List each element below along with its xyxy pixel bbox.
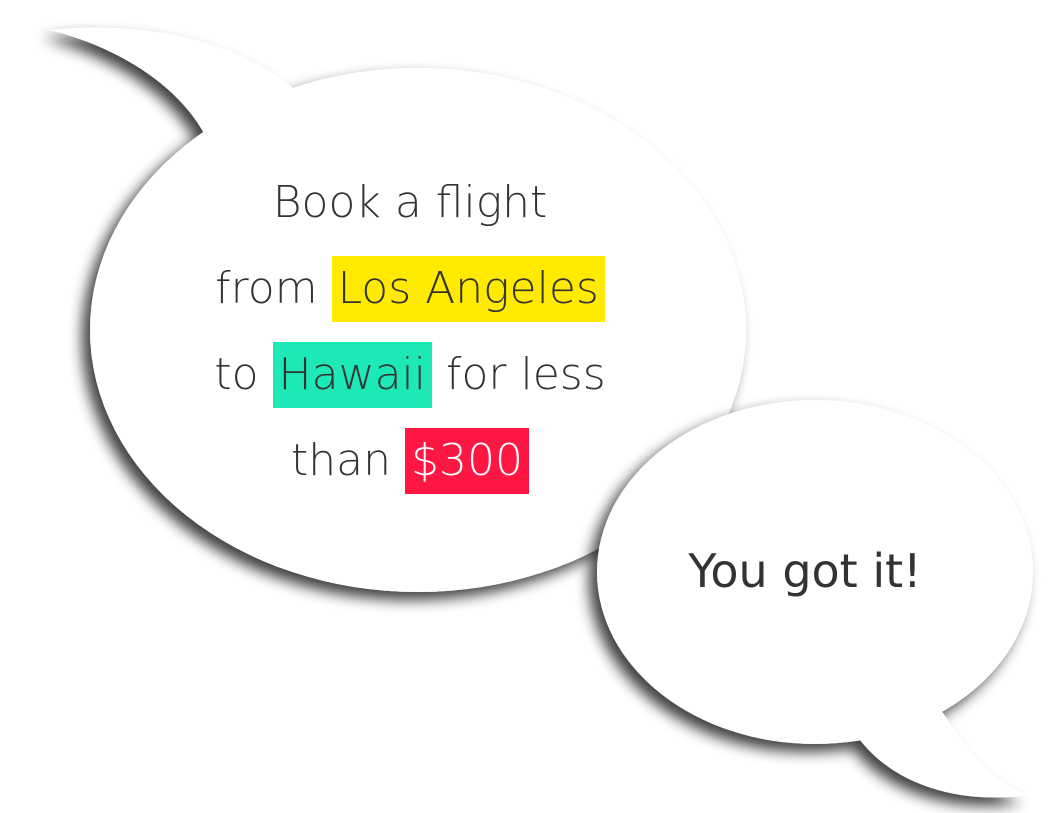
request-line-2: from Los Angeles <box>140 256 680 342</box>
request-line-1-text: Book a flight <box>272 177 548 228</box>
price-highlight: $300 <box>405 428 529 494</box>
origin-highlight: Los Angeles <box>331 256 605 322</box>
from-word: from <box>215 263 332 314</box>
to-word: to <box>214 349 273 400</box>
destination-highlight: Hawaii <box>272 342 432 408</box>
for-less-words: for less <box>432 349 606 400</box>
request-line-3: to Hawaii for less <box>140 342 680 428</box>
reply-message: You got it! <box>688 544 922 598</box>
request-message: Book a flight from Los Angeles to Hawaii… <box>140 170 680 514</box>
request-line-4: than $300 <box>140 428 680 514</box>
request-line-1: Book a flight <box>140 170 680 256</box>
than-word: than <box>291 435 405 486</box>
